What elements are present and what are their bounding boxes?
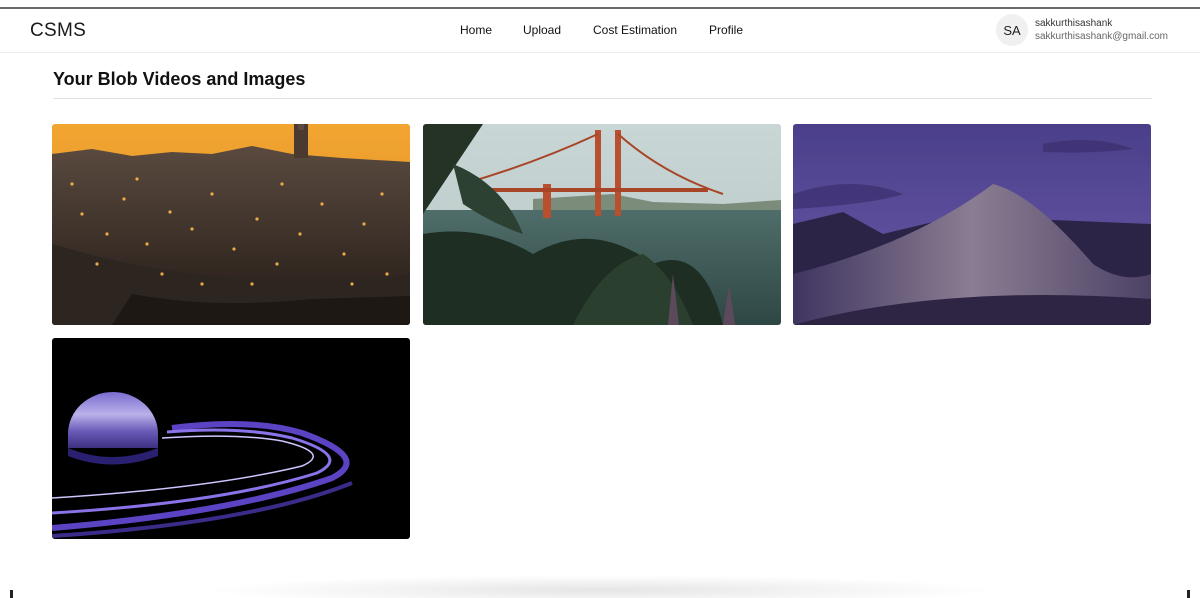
bridge-image [423, 124, 781, 325]
town-sunset-image [52, 124, 410, 325]
navbar: CSMS Home Upload Cost Estimation Profile… [0, 9, 1200, 53]
bottom-shadow [200, 575, 1000, 598]
desert-dunes-image [793, 124, 1151, 325]
user-name: sakkurthisashank [1035, 18, 1113, 29]
window-corner-left [10, 590, 13, 598]
ringed-planet-image [52, 338, 410, 539]
title-divider [53, 98, 1152, 99]
avatar[interactable]: SA [996, 14, 1028, 46]
nav-upload[interactable]: Upload [523, 23, 561, 37]
nav-profile[interactable]: Profile [709, 23, 743, 37]
media-tile-planet[interactable] [52, 338, 410, 539]
brand-logo[interactable]: CSMS [30, 20, 86, 42]
media-tile-bridge[interactable] [423, 124, 781, 325]
nav-cost-estimation[interactable]: Cost Estimation [593, 23, 677, 37]
user-email: sakkurthisashank@gmail.com [1035, 31, 1168, 42]
page-title: Your Blob Videos and Images [53, 69, 306, 89]
media-tile-dunes[interactable] [793, 124, 1151, 325]
media-tile-town[interactable] [52, 124, 410, 325]
app-window: CSMS Home Upload Cost Estimation Profile… [0, 0, 1200, 598]
window-corner-right [1187, 590, 1190, 598]
nav-home[interactable]: Home [460, 23, 492, 37]
